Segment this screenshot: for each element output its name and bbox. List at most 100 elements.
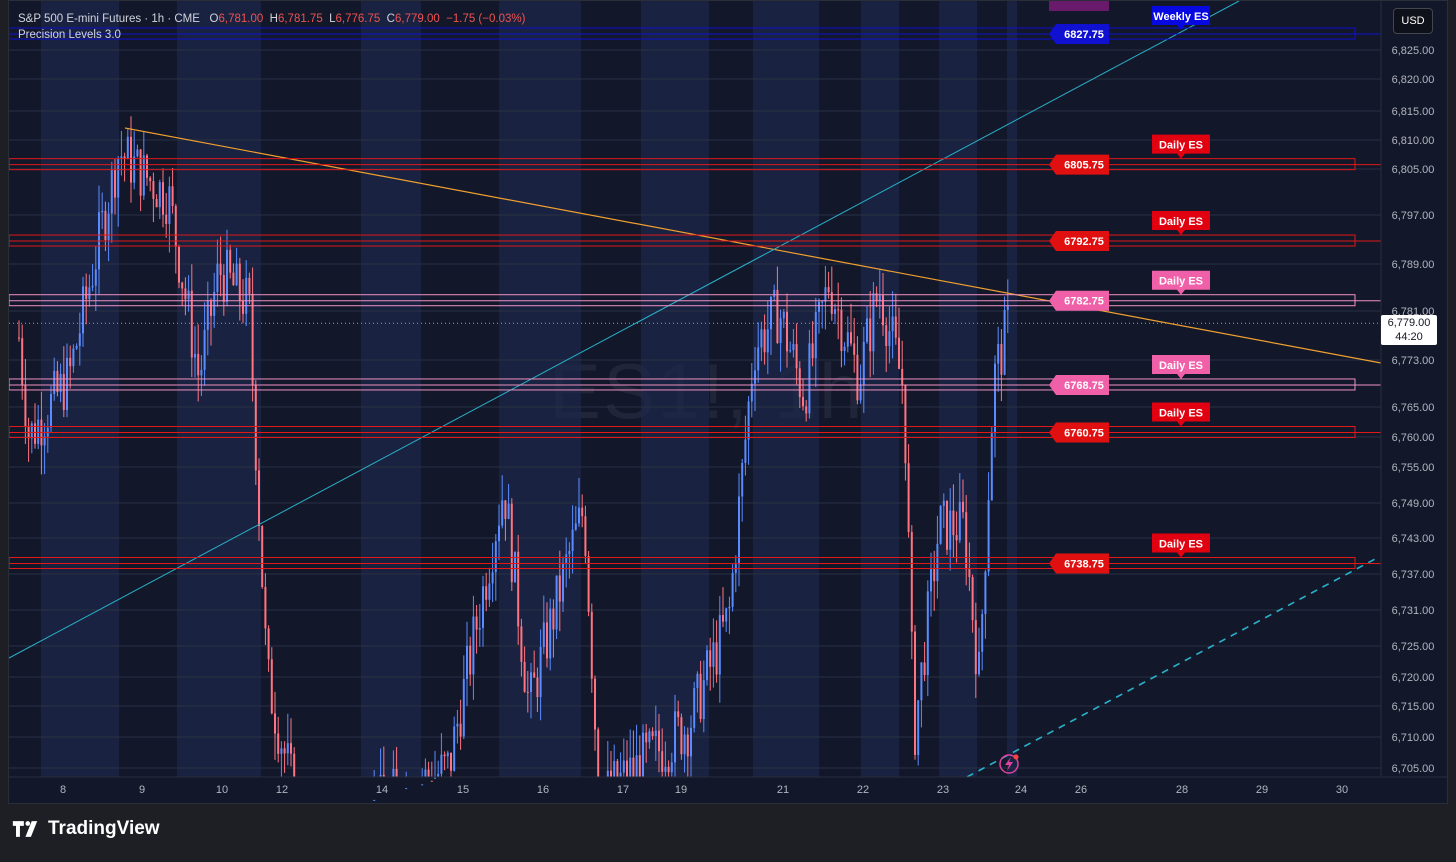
candle-body: [293, 753, 296, 777]
price-tick-label: 6,720.00: [1392, 672, 1435, 684]
candle-body: [501, 500, 504, 526]
candle-body: [1003, 309, 1006, 375]
candle-body: [920, 662, 923, 701]
session-band: [861, 1, 899, 777]
candle-body: [632, 757, 635, 777]
time-tick-label: 15: [457, 784, 469, 796]
candle-body: [555, 575, 558, 630]
candle-body: [94, 269, 97, 286]
time-tick-label: 22: [857, 784, 869, 796]
candle-body: [597, 729, 600, 777]
candle-body: [494, 541, 497, 573]
currency-button[interactable]: USD: [1393, 8, 1433, 34]
candle-body: [978, 651, 980, 675]
candle-body: [216, 263, 219, 293]
candle-body: [958, 501, 961, 541]
candle-body: [782, 311, 785, 319]
candle-body: [798, 368, 801, 398]
candle-body: [962, 501, 964, 513]
session-band: [939, 1, 977, 777]
candle-body: [882, 295, 884, 326]
candle-body: [539, 647, 542, 698]
candle-body: [469, 645, 472, 675]
candle-body: [936, 543, 939, 582]
price-tick-label: 6,820.00: [1392, 74, 1435, 86]
candle-body: [526, 691, 529, 693]
candle-body: [126, 136, 129, 159]
candle-body: [30, 423, 33, 439]
candle-body: [760, 329, 763, 348]
candle-body: [789, 350, 792, 352]
candle-body: [805, 406, 808, 414]
chart-area[interactable]: ES1!, 1h 6827.75Weekly ES6805.75Daily ES…: [8, 0, 1448, 804]
price-tick-label: 6,773.00: [1392, 355, 1435, 367]
candle-body: [827, 287, 830, 293]
candle-body: [149, 177, 152, 182]
candle-body: [59, 373, 62, 392]
candle-body: [456, 723, 459, 727]
price-tick-label: 6,731.00: [1392, 605, 1435, 617]
candle-body: [392, 768, 395, 777]
candle-body: [286, 743, 289, 754]
indicator-name[interactable]: Precision Levels 3.0: [18, 27, 525, 43]
candle-body: [910, 532, 913, 632]
candle-body: [677, 711, 680, 718]
candle-body: [917, 700, 920, 755]
tradingview-brand[interactable]: TradingView: [12, 818, 160, 840]
candle-body: [88, 287, 91, 300]
candle-body: [670, 762, 673, 773]
candle-body: [552, 608, 555, 630]
candle-body: [574, 523, 577, 530]
candle-body: [197, 353, 200, 376]
candle-body: [754, 370, 756, 384]
time-tick-label: 16: [537, 784, 549, 796]
session-band: [177, 1, 261, 777]
candle-body: [162, 182, 164, 215]
session-band: [361, 1, 421, 777]
candle-body: [901, 368, 904, 385]
session-band: [41, 1, 119, 777]
tradingview-logo-icon: [12, 821, 38, 837]
price-axis: 6,825.00 6,820.00 6,815.00 6,810.00 6,805.00…: [1380, 1, 1435, 777]
candle-body: [85, 286, 88, 300]
candle-body: [114, 169, 116, 198]
candle-body: [712, 642, 715, 667]
candle-body: [504, 500, 507, 519]
current-price-label: 6,779.00 44:20: [1381, 315, 1437, 345]
candle-body: [974, 620, 977, 675]
price-tick-label: 6,755.00: [1392, 462, 1435, 474]
candle-body: [53, 370, 56, 394]
candle-body: [862, 341, 865, 385]
candle-body: [155, 198, 158, 208]
time-tick-label: 29: [1256, 784, 1268, 796]
price-tick-label: 6,715.00: [1392, 701, 1435, 713]
candle-body: [395, 768, 398, 777]
level-callout-text: Daily ES: [1159, 408, 1203, 420]
candle-body: [866, 318, 868, 342]
candle-body: [443, 754, 446, 757]
candle-body: [584, 516, 587, 556]
candle-body: [738, 496, 740, 565]
level-callout-text: Weekly ES: [1153, 11, 1208, 23]
legend-symbol[interactable]: S&P 500 E-mini Futures · 1h · CME: [18, 13, 200, 25]
time-tick-label: 17: [617, 784, 629, 796]
candle-body: [965, 512, 968, 570]
candle-body: [578, 507, 580, 524]
session-band: [641, 1, 709, 777]
level-callout-text: Daily ES: [1159, 360, 1203, 372]
legend-open: 6,781.00: [218, 13, 264, 25]
candle-body: [626, 760, 628, 777]
candle-body: [818, 301, 820, 312]
candle-body: [693, 688, 696, 728]
candle-body: [200, 369, 203, 376]
time-tick-label: 21: [777, 784, 789, 796]
level-callout-text: Daily ES: [1159, 216, 1203, 228]
candle-body: [923, 662, 926, 676]
brand-name: TradingView: [48, 818, 160, 839]
candle-body: [446, 752, 449, 757]
candle-body: [261, 525, 264, 587]
candle-body: [46, 427, 49, 437]
price-chart[interactable]: 6827.75 Weekly ES 6805.75 Daily ES 6792.75 Da…: [9, 1, 1448, 804]
legend-high: 6,781.75: [277, 13, 323, 25]
time-tick-label: 30: [1336, 784, 1348, 796]
